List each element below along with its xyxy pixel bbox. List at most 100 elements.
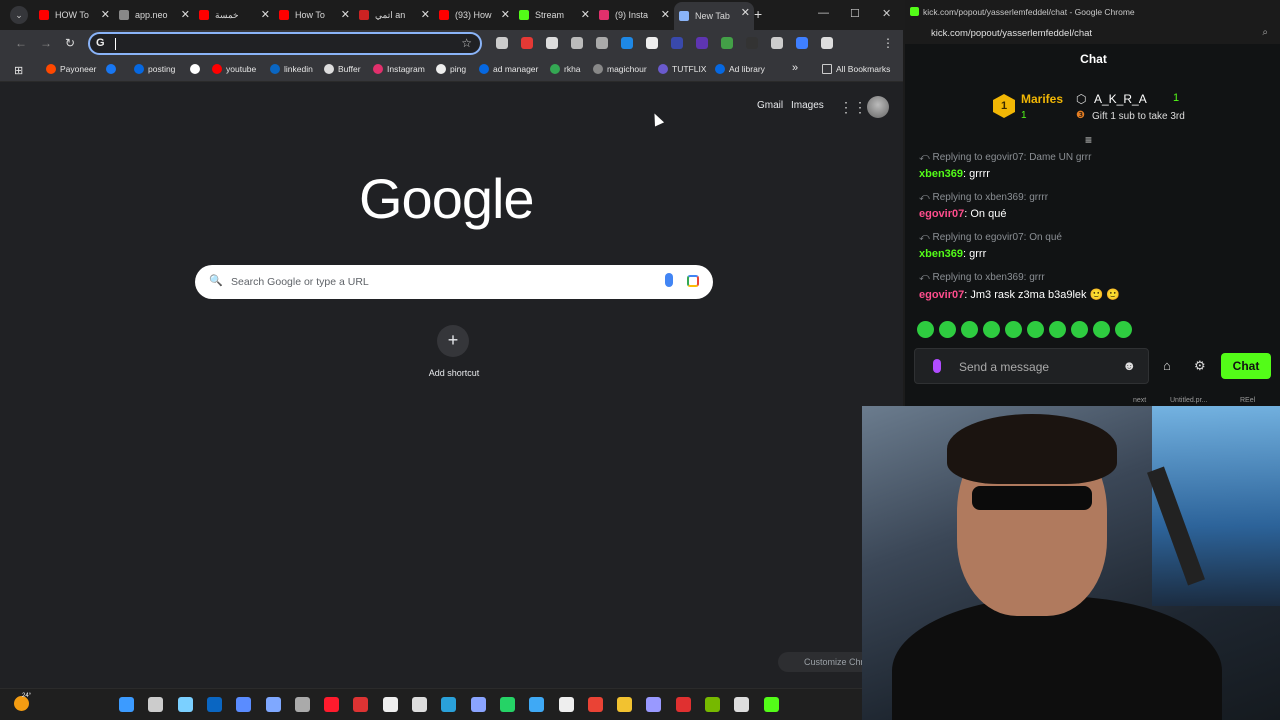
new-tab-icon[interactable]: + [754,6,762,22]
task-view-icon[interactable] [148,697,164,712]
bookmark-item[interactable]: ping [436,64,466,74]
tab-8[interactable]: New Tab ✕ [674,2,754,30]
emote-icon[interactable] [1115,321,1132,338]
opera-icon[interactable] [324,697,340,712]
emote-icon[interactable] [1071,321,1088,338]
images-link[interactable]: Images [791,100,824,111]
tab-1[interactable]: app.neo ✕ [114,4,194,26]
nvidia-icon[interactable] [705,697,720,712]
app-icon-3[interactable] [353,697,369,712]
forward-icon[interactable]: → [40,36,52,50]
message-input[interactable]: Send a message ☻ [914,348,1149,384]
all-bookmarks[interactable]: All Bookmarks [822,64,890,74]
premiere-icon[interactable] [646,697,662,712]
tab-search-icon[interactable]: ⌄ [10,6,28,24]
bookmark-item[interactable]: Instagram [373,64,425,74]
chat-username[interactable]: egovir07 [919,208,964,220]
chat-message[interactable]: xben369: grrrr [919,168,1269,192]
tab-4[interactable]: اتمي an ✕ [354,4,434,26]
zoom-icon[interactable]: ⌕ [1262,27,1268,38]
bookmark-item[interactable] [190,64,204,74]
app-icon-4[interactable] [412,697,427,712]
chat-username[interactable]: xben369 [919,168,963,180]
tab-3[interactable]: How To ✕ [274,4,354,26]
tab-close-icon[interactable]: ✕ [101,8,110,21]
bookmark-item[interactable]: youtube [212,64,256,74]
tab-close-icon[interactable]: ✕ [501,8,510,21]
collapse-icon[interactable]: ≡ [1085,133,1092,147]
app-icon-5[interactable] [470,697,486,712]
windows-icon[interactable] [119,697,134,712]
bookmark-item[interactable]: posting [134,64,175,74]
apps-grid-icon[interactable]: ⊞ [14,64,23,77]
tab-7[interactable]: (9) Insta ✕ [594,4,674,26]
tab-close-icon[interactable]: ✕ [421,8,430,21]
extension-icon[interactable] [671,37,683,49]
extension-icon[interactable] [621,37,633,49]
app-icon-6[interactable] [529,697,545,712]
gmail-link[interactable]: Gmail [757,100,783,111]
notion-icon[interactable] [558,697,574,712]
bookmark-item[interactable]: TUTFLIX [658,64,706,74]
tab-2[interactable]: خمسة ✕ [194,4,274,26]
voice-search-icon[interactable] [665,273,673,287]
app-icon-2[interactable] [265,697,281,712]
tab-close-icon[interactable]: ✕ [261,8,270,21]
emote-icon[interactable] [917,321,934,338]
telegram-icon[interactable] [441,697,457,712]
store-icon[interactable]: ⌂ [1163,358,1171,373]
settings-icon[interactable] [294,697,310,712]
emote-icon[interactable] [1027,321,1044,338]
bookmark-item[interactable] [106,64,120,74]
search-input[interactable]: 🔍 Search Google or type a URL [195,265,713,299]
tab-5[interactable]: (93) How ✕ [434,4,514,26]
emote-icon[interactable] [939,321,956,338]
extension-icon[interactable] [646,37,658,49]
tab-close-icon[interactable]: ✕ [341,8,350,21]
chat-message[interactable]: egovir07: Jm3 rask z3ma b3a9lek 🙂 🙂 [919,288,1269,312]
chat-message[interactable]: egovir07: On qué [919,208,1269,232]
bookmark-item[interactable]: rkha [550,64,581,74]
emote-icon[interactable] [961,321,978,338]
add-shortcut-button[interactable]: + [437,325,469,357]
linkedin-app-icon[interactable] [206,697,222,712]
extension-icon[interactable] [771,37,783,49]
leader-second-name[interactable]: A_K_R_A [1094,92,1147,106]
close-window-icon[interactable]: ✕ [882,7,891,20]
emote-icon[interactable] [1093,321,1110,338]
chrome-menu-icon[interactable]: ⋮ [882,36,894,50]
settings-icon[interactable]: ⚙ [1194,358,1206,374]
back-icon[interactable]: ← [15,36,27,50]
app-icon-7[interactable] [675,697,691,712]
chrome-icon[interactable] [587,697,603,712]
chat-username[interactable]: xben369 [919,248,963,260]
chat-message[interactable]: xben369: grrr [919,248,1269,272]
folder-icon[interactable] [617,697,633,712]
emote-icon[interactable] [1005,321,1022,338]
omnibox[interactable]: G ☆ [88,32,482,55]
chat-username[interactable]: egovir07 [919,289,964,301]
tab-6[interactable]: Stream ✕ [514,4,594,26]
maximize-icon[interactable]: ☐ [850,7,860,20]
extension-icon[interactable] [821,37,833,49]
app-icon-1[interactable] [236,697,252,712]
reload-icon[interactable]: ↻ [65,36,75,50]
whatsapp-icon[interactable] [499,697,515,712]
extension-icon[interactable] [521,37,533,49]
bookmark-item[interactable]: linkedin [270,64,313,74]
app-icon-8[interactable] [734,697,750,712]
extension-icon[interactable] [796,37,808,49]
emoji-icon[interactable]: ☻ [1122,358,1136,373]
emote-icon[interactable] [1049,321,1066,338]
tiktok-icon[interactable] [382,697,398,712]
chat-send-button[interactable]: Chat [1221,353,1271,379]
extension-icon[interactable] [746,37,758,49]
tab-close-icon[interactable]: ✕ [181,8,190,21]
tab-close-icon[interactable]: ✕ [581,8,590,21]
extension-icon[interactable] [721,37,733,49]
google-lens-icon[interactable] [687,275,699,287]
bookmark-star-icon[interactable]: ☆ [461,36,472,50]
bookmarks-overflow[interactable]: » [792,62,798,74]
bookmark-item[interactable]: Buffer [324,64,361,74]
extension-icon[interactable] [546,37,558,49]
